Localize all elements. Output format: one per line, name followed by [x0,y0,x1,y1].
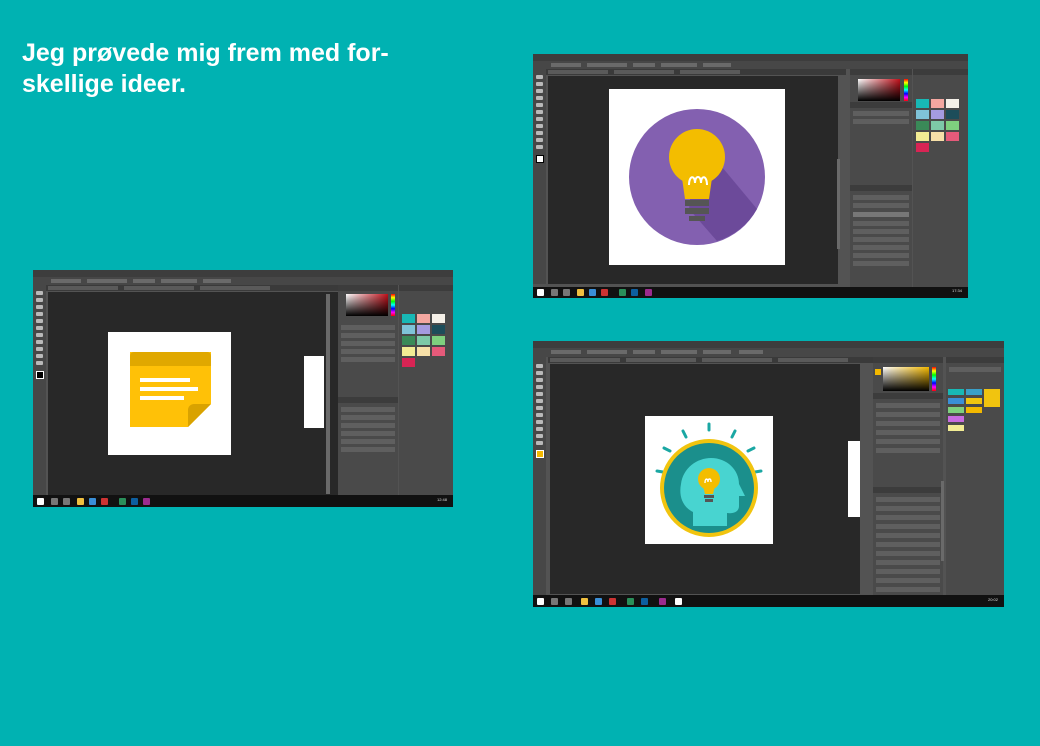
menu-bar [33,270,453,277]
document-tabs [46,285,356,291]
artboard [645,416,773,544]
artboard [108,332,231,455]
taskbar: 12:48 [33,495,453,507]
second-artboard [848,441,860,517]
heading-line-1: Jeg prøvede mig frem med for- [22,39,389,67]
taskbar-clock: 12:48 [436,497,447,502]
swatches-panel [946,357,1004,595]
color-properties-panel [338,285,398,497]
options-bar [33,277,453,285]
screenshot-head-badge: 20:02 [533,341,1004,607]
swatches-panel [913,69,968,287]
heading-line-2: skellige ideer. [22,70,186,98]
tools-panel [533,69,546,284]
taskbar: 17:34 [533,287,968,298]
taskbar-clock: 20:02 [987,597,998,602]
document-tabs [546,69,846,75]
color-properties-panel [873,357,943,595]
sticky-note-icon [130,352,211,427]
artboard [609,89,785,265]
second-artboard [304,356,324,428]
taskbar-clock: 17:34 [951,288,962,293]
swatches-panel [399,285,453,497]
options-bar [533,61,968,69]
lightbulb-icon [629,109,765,245]
page-heading: Jeg prøvede mig frem med for- skellige i… [22,38,442,100]
screenshot-sticky-note: 12:48 [33,270,453,507]
tools-panel [533,356,546,596]
menu-bar [533,54,968,61]
screenshot-lightbulb-circle: 17:34 [533,54,968,298]
menu-bar [533,341,1004,348]
taskbar: 20:02 [533,595,1004,607]
tools-panel [33,285,46,495]
document-tabs [548,357,878,363]
head-lightbulb-icon [655,422,763,537]
options-bar [533,348,1004,357]
color-properties-panel [850,69,912,287]
